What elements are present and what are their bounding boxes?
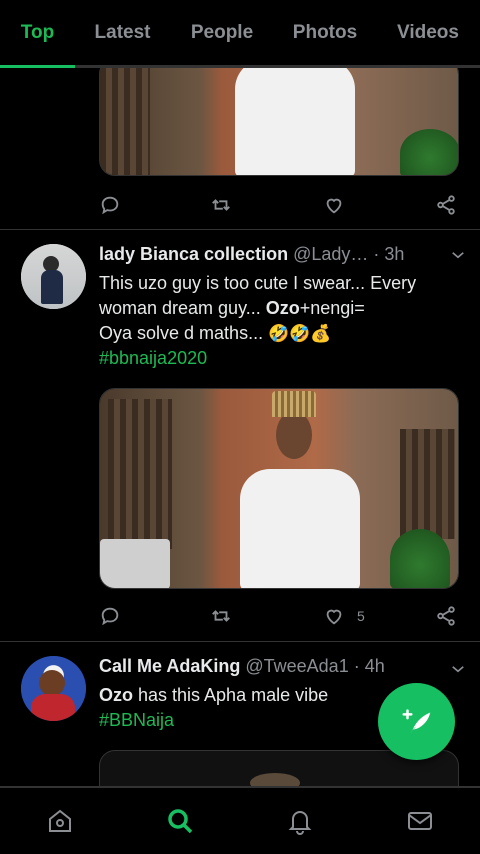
tweet-actions	[99, 190, 459, 220]
hashtag-link[interactable]: #bbnaija2020	[99, 346, 459, 371]
tweet-time: · 4h	[353, 656, 385, 676]
nav-home[interactable]	[0, 788, 120, 854]
tweet-text-line: Oya solve d maths... 🤣🤣💰	[99, 323, 332, 343]
avatar[interactable]	[21, 244, 86, 309]
retweet-button[interactable]	[210, 190, 232, 220]
tab-top[interactable]: Top	[0, 0, 75, 68]
tab-latest[interactable]: Latest	[75, 0, 170, 65]
mail-icon	[408, 812, 432, 830]
like-button[interactable]: 5	[323, 601, 365, 631]
nav-search[interactable]	[120, 788, 240, 854]
like-count: 5	[357, 608, 365, 624]
bottom-navigation	[0, 786, 480, 854]
tweet-actions: 5	[99, 601, 459, 631]
compose-button[interactable]	[378, 683, 455, 760]
reply-button[interactable]	[99, 190, 121, 220]
nav-notifications[interactable]	[240, 788, 360, 854]
bell-icon	[288, 811, 312, 835]
tab-photos[interactable]: Photos	[274, 0, 376, 65]
tweet-media-image[interactable]	[99, 68, 459, 176]
tweet-text: This uzo guy is too cute I swear... Ever…	[99, 271, 459, 371]
share-button[interactable]	[435, 190, 457, 220]
retweet-button[interactable]	[210, 601, 232, 631]
like-button[interactable]	[323, 190, 345, 220]
author-name[interactable]: lady Bianca collection	[99, 244, 288, 264]
reply-icon	[101, 607, 119, 626]
tweet-media-image[interactable]	[99, 388, 459, 589]
share-button[interactable]	[435, 601, 457, 631]
share-icon	[437, 606, 455, 626]
tab-videos[interactable]: Videos	[376, 0, 480, 65]
nav-messages[interactable]	[360, 788, 480, 854]
author-handle: @Lady…	[293, 244, 369, 264]
retweet-icon	[212, 610, 230, 622]
chevron-down-icon[interactable]	[449, 246, 467, 264]
author-name[interactable]: Call Me AdaKing	[99, 656, 240, 676]
home-icon	[49, 809, 71, 832]
heart-icon	[326, 609, 342, 625]
reply-button[interactable]	[99, 601, 121, 631]
timeline-feed[interactable]: lady Bianca collection @Lady… · 3h This …	[0, 68, 480, 786]
tweet-text-line: woman dream guy... Ozo+nengi=	[99, 298, 365, 318]
heart-icon	[326, 198, 342, 214]
tweet-header: Call Me AdaKing @TweeAda1 · 4h	[99, 656, 469, 677]
chevron-down-icon[interactable]	[449, 660, 467, 678]
share-icon	[437, 195, 455, 215]
emoji: 🤣🤣💰	[268, 324, 332, 343]
search-icon	[168, 809, 193, 834]
tab-people[interactable]: People	[170, 0, 274, 65]
author-handle: @TweeAda1	[245, 656, 349, 676]
avatar[interactable]	[21, 656, 86, 721]
tweet-time: · 3h	[373, 244, 405, 264]
compose-feather-icon	[401, 708, 430, 733]
tweet-text-line: This uzo guy is too cute I swear... Ever…	[99, 273, 417, 293]
reply-icon	[101, 196, 119, 215]
tweet-header: lady Bianca collection @Lady… · 3h	[99, 244, 469, 265]
retweet-icon	[212, 199, 230, 211]
search-tabs: Top Latest People Photos Videos	[0, 0, 480, 68]
